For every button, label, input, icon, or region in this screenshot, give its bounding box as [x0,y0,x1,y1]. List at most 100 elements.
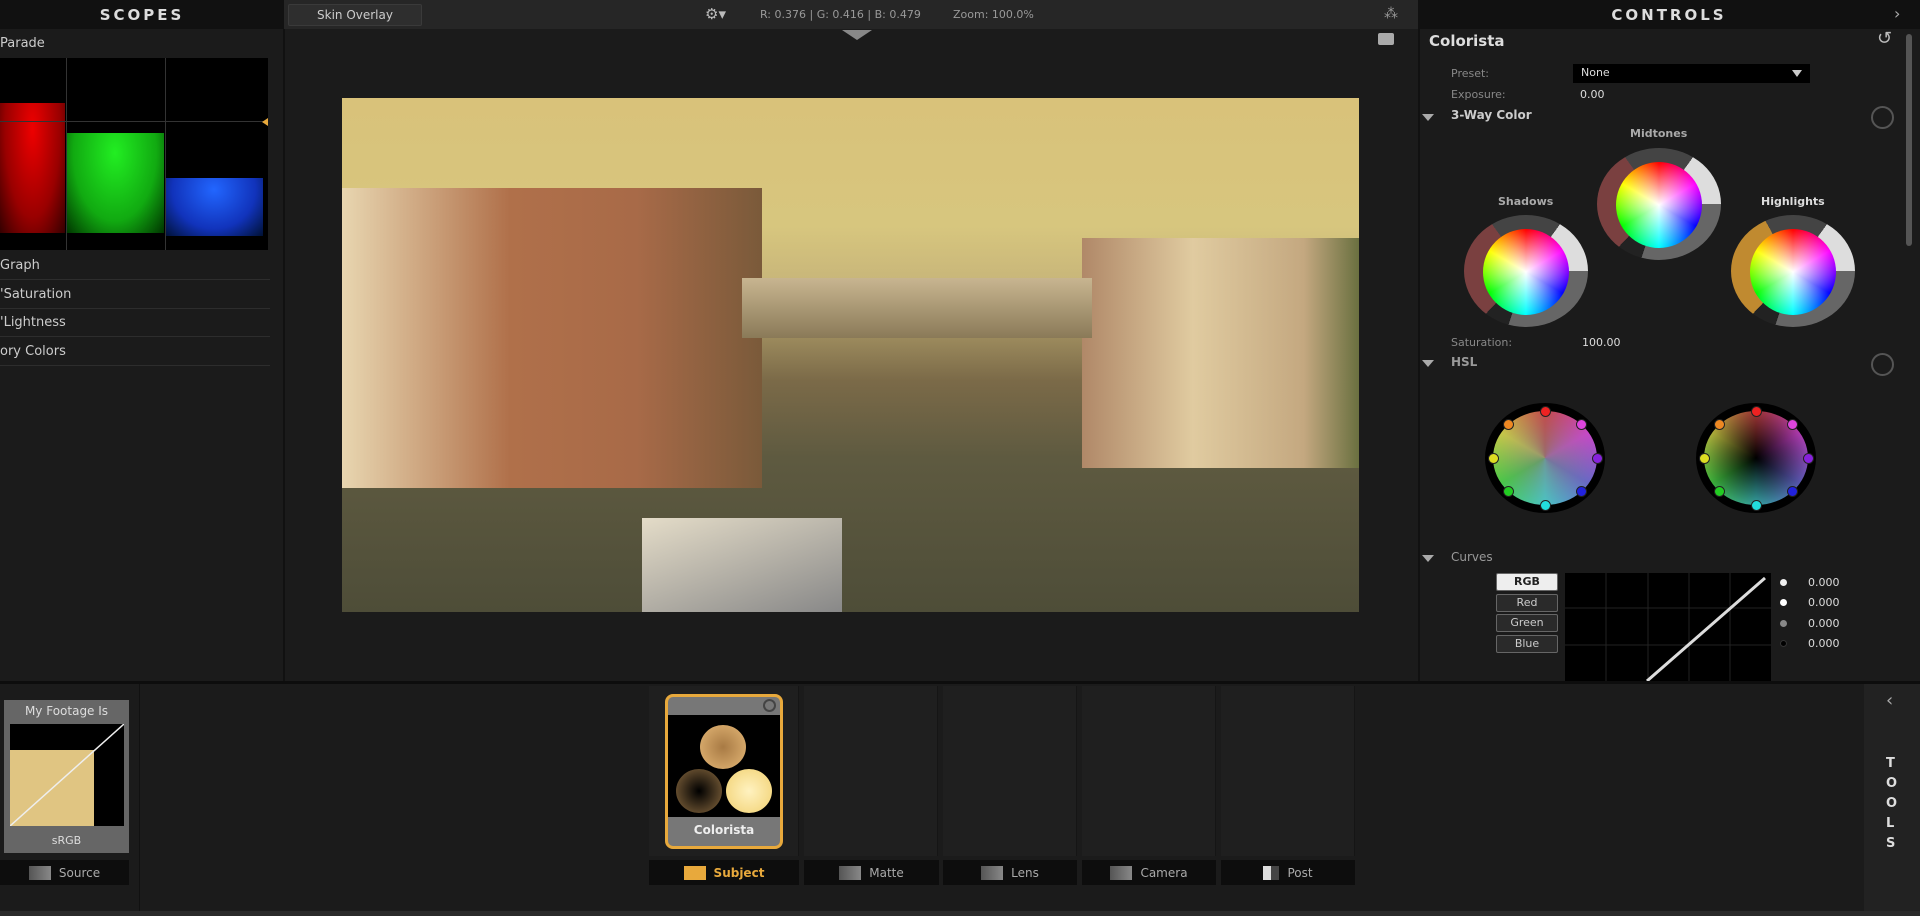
colorista-effect-card[interactable]: Colorista [665,694,783,849]
hsl-color-handle[interactable] [1487,452,1499,464]
hsl-color-handle[interactable] [1591,452,1603,464]
midtones-label: Midtones [1630,127,1688,140]
disable-icon[interactable] [763,699,776,712]
reset-section-icon[interactable] [1871,106,1894,129]
three-way-color-section[interactable]: 3-Way Color [1451,108,1532,122]
shadows-label: Shadows [1498,195,1554,208]
preset-value: None [1581,66,1610,79]
person-icon [683,865,706,880]
hsl-color-handle[interactable] [1539,499,1551,511]
tab-camera[interactable]: Camera [1082,860,1216,885]
black-point-icon [1780,640,1787,647]
divider [139,684,140,912]
curves-section[interactable]: Curves [1451,550,1493,564]
post-icon [1263,865,1280,880]
footage-curve-preview [10,724,124,826]
parade-scope [0,58,268,250]
film-icon [28,865,51,880]
exposure-value[interactable]: 0.00 [1580,88,1605,101]
reset-icon[interactable]: ↺ [1877,28,1892,49]
curve-channel-rgb[interactable]: RGB [1496,573,1558,591]
hsl-color-handle[interactable] [1539,405,1551,417]
hsl-hue-wheel[interactable] [1485,403,1605,513]
plugin-title: Colorista [1429,32,1505,50]
camera-icon [1110,865,1133,880]
hsl-color-handle[interactable] [1787,485,1799,497]
nodes-icon[interactable]: ⁂ [1384,6,1398,22]
chevron-left-icon[interactable]: ‹ [1886,690,1893,711]
hsl-color-handle[interactable] [1787,419,1799,431]
curve-value[interactable]: 0.000 [1808,637,1840,650]
camera-icon[interactable] [1378,33,1394,45]
tab-matte[interactable]: Matte [804,860,939,885]
curve-channel-blue[interactable]: Blue [1496,635,1558,653]
hsl-lightness-wheel[interactable] [1696,403,1816,513]
saturation-value[interactable]: 100.00 [1582,336,1621,349]
divider [1418,29,1420,681]
curve-graph[interactable] [1565,573,1771,681]
scope-item-memory-colors[interactable]: ory Colors [0,338,270,366]
curve-value[interactable]: 0.000 [1808,576,1840,589]
reset-section-icon[interactable] [1871,353,1894,376]
tab-subject[interactable]: Subject [649,860,799,885]
colorista-thumbnail [668,715,780,817]
curve-value[interactable]: 0.000 [1808,617,1840,630]
collapse-triangle-icon[interactable] [1422,555,1434,562]
shadows-color-wheel[interactable] [1483,229,1569,315]
hsl-color-handle[interactable] [1750,405,1762,417]
preset-label: Preset: [1451,67,1490,80]
dropdown-arrow-icon [1792,70,1802,77]
exposure-label: Exposure: [1451,88,1506,101]
hsl-color-handle[interactable] [1713,485,1725,497]
footage-title: My Footage Is [24,704,109,718]
matte-icon [839,865,862,880]
hsl-color-handle[interactable] [1502,485,1514,497]
hsl-color-handle[interactable] [1802,452,1814,464]
scope-item-graph[interactable]: Graph [0,252,270,280]
scope-item-saturation[interactable]: 'Saturation [0,281,270,309]
gear-icon[interactable]: ⚙▾ [705,5,726,23]
effect-card-label: Colorista [693,823,755,837]
saturation-label: Saturation: [1451,336,1513,349]
curve-channel-red[interactable]: Red [1496,594,1558,612]
scrollbar[interactable] [1906,34,1912,246]
hsl-section[interactable]: HSL [1451,355,1477,369]
skin-overlay-button[interactable]: Skin Overlay [288,4,422,26]
midtones-color-wheel[interactable] [1616,162,1702,248]
tab-lens[interactable]: Lens [943,860,1077,885]
lens-icon [981,865,1004,880]
video-frame [342,98,1359,612]
highlights-color-wheel[interactable] [1750,229,1836,315]
footage-profile: sRGB [51,834,82,847]
collapse-arrow-icon[interactable] [842,30,872,40]
preset-dropdown[interactable]: None [1573,64,1810,83]
hsl-color-handle[interactable] [1750,499,1762,511]
hsl-color-handle[interactable] [1576,485,1588,497]
tools-label: TOOLS [1886,756,1898,851]
scope-parade-label[interactable]: Parade [0,36,45,51]
midtones-point-icon [1780,599,1787,606]
tools-panel-toggle[interactable]: ‹ TOOLS [1864,684,1920,912]
hsl-color-handle[interactable] [1576,419,1588,431]
collapse-triangle-icon[interactable] [1422,114,1434,121]
controls-header: CONTROLS [1418,0,1920,29]
source-button[interactable]: Source [0,860,129,885]
tab-post[interactable]: Post [1221,860,1355,885]
hsl-color-handle[interactable] [1502,419,1514,431]
rgb-readout: R: 0.376 | G: 0.416 | B: 0.479 [760,8,921,21]
divider [283,29,285,681]
scope-item-lightness[interactable]: 'Lightness [0,309,270,337]
chevron-right-icon[interactable]: › [1894,4,1900,23]
highlights-label: Highlights [1761,195,1825,208]
zoom-readout: Zoom: 100.0% [953,8,1034,21]
footage-card[interactable]: My Footage Is sRGB [4,700,129,853]
collapse-triangle-icon[interactable] [1422,360,1434,367]
curve-channel-green[interactable]: Green [1496,614,1558,632]
shadows-point-icon [1780,620,1787,627]
highlights-point-icon [1780,579,1787,586]
scopes-header: SCOPES [0,0,284,29]
hsl-color-handle[interactable] [1698,452,1710,464]
hsl-color-handle[interactable] [1713,419,1725,431]
curve-value[interactable]: 0.000 [1808,596,1840,609]
divider [0,681,1920,684]
